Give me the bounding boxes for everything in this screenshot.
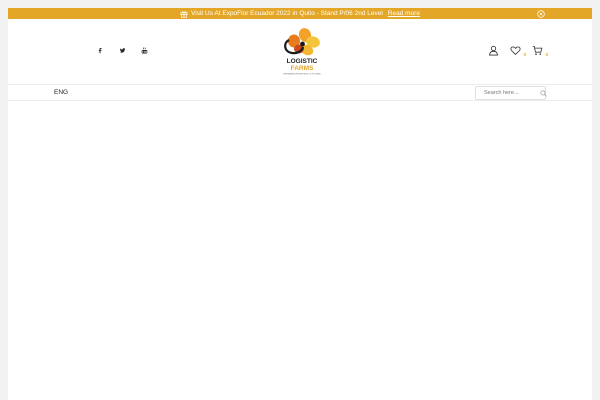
site-logo[interactable]: LOGISTIC FARMS FRESHNESS FROM FIELD TO F… (280, 25, 324, 77)
user-icon[interactable] (488, 43, 500, 56)
logo-tagline: FRESHNESS FROM FIELD TO FLOWER (283, 74, 321, 76)
search-box (475, 86, 547, 100)
logo-text-farms: FARMS (291, 65, 314, 72)
nav-bar: ENG (8, 84, 592, 101)
gift-icon (180, 10, 188, 18)
search-icon[interactable] (540, 89, 547, 97)
search-input[interactable] (484, 87, 540, 99)
wishlist-count: 0 (523, 52, 526, 57)
twitter-icon[interactable] (118, 46, 126, 54)
read-more-link[interactable]: Read more (388, 10, 420, 17)
close-icon[interactable] (537, 9, 545, 18)
youtube-icon[interactable] (140, 46, 148, 54)
cart-count: 0 (545, 52, 548, 57)
announcement-bar: Visit Us At ExpoFlor Ecuador 2022 in Qui… (8, 8, 592, 19)
logo-text-logistic: LOGISTIC (287, 58, 318, 65)
cart-button[interactable]: 0 (532, 43, 548, 57)
header-actions: 0 0 (488, 43, 548, 57)
site-header: LOGISTIC FARMS FRESHNESS FROM FIELD TO F… (8, 19, 592, 84)
facebook-icon[interactable] (96, 46, 104, 54)
page-content: LOGISTIC FARMS FRESHNESS FROM FIELD TO F… (8, 19, 592, 400)
social-links (96, 46, 148, 54)
cart-icon (532, 45, 543, 55)
wishlist-button[interactable]: 0 (510, 43, 526, 57)
announcement-text: Visit Us At ExpoFlor Ecuador 2022 in Qui… (191, 10, 383, 17)
language-selector[interactable]: ENG (54, 89, 68, 96)
heart-icon (510, 46, 521, 56)
